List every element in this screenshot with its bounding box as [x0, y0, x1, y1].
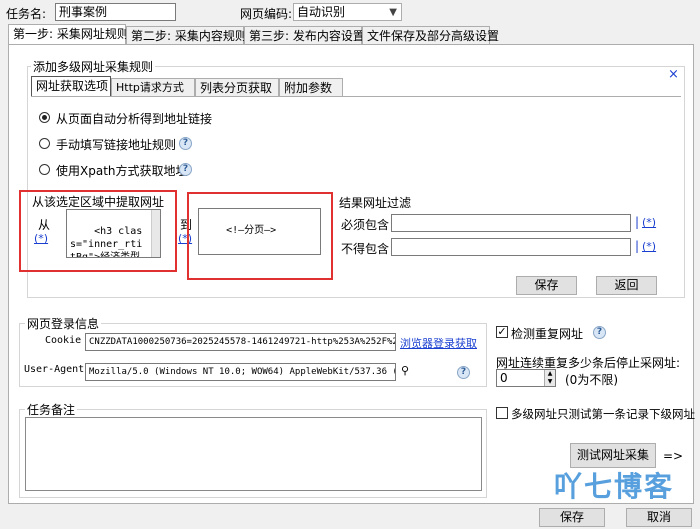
from-label: 从 [38, 218, 51, 232]
chevron-down-icon: ▼ [389, 7, 397, 18]
help-icon[interactable]: ? [179, 137, 192, 150]
save-button[interactable]: 保存 [539, 508, 605, 527]
help-icon[interactable]: ? [179, 163, 192, 176]
radio-xpath[interactable] [39, 164, 50, 175]
tab-step2[interactable]: 第二步: 采集内容规则 [126, 26, 247, 44]
login-title: 网页登录信息 [25, 315, 102, 332]
stepper-arrows-icon[interactable]: ▲ ▼ [544, 370, 555, 386]
stop-after-input[interactable]: 0 ▲ ▼ [496, 369, 556, 387]
stop-after-hint: (0为不限) [565, 373, 618, 387]
region-title: 从该选定区域中提取网址 [32, 195, 165, 209]
encoding-value: 自动识别 [297, 5, 346, 19]
encoding-label: 网页编码: [240, 7, 293, 21]
tab-extra-params[interactable]: 附加参数 [279, 78, 343, 96]
watermark-logo: 吖七博客 [554, 470, 675, 503]
inner-tab-bar: 网址获取选项 Http请求方式 列表分页获取 附加参数 [31, 76, 431, 96]
tab-file-save[interactable]: 文件保存及部分高级设置 [362, 26, 499, 44]
encoding-select[interactable]: 自动识别 ▼ [293, 3, 402, 21]
arrow-indicator: => [663, 449, 684, 463]
option-auto-analyze-label: 从页面自动分析得到地址链接 [56, 112, 213, 126]
radio-manual-rule[interactable] [39, 138, 50, 149]
filter-title: 结果网址过滤 [339, 196, 412, 210]
option-manual-rule-label: 手动填写链接地址规则 [56, 138, 177, 152]
must-not-include-input[interactable] [391, 238, 631, 256]
user-agent-input[interactable]: Mozilla/5.0 (Windows NT 10.0; WOW64) App… [85, 363, 396, 381]
rule-back-button[interactable]: 返回 [596, 276, 657, 295]
rule-save-button[interactable]: 保存 [516, 276, 577, 295]
notes-title: 任务备注 [25, 401, 78, 418]
tab-step3[interactable]: 第三步: 发布内容设置 [244, 26, 365, 44]
must-not-include-sep: | [635, 239, 640, 253]
must-include-label: 必须包含 [341, 218, 390, 232]
browser-login-link[interactable]: 浏览器登录获取 [400, 335, 477, 351]
main-tab-bar: 第一步: 采集网址规则 第二步: 采集内容规则 第三步: 发布内容设置 文件保存… [8, 24, 698, 44]
option-xpath-label: 使用Xpath方式获取地址 [56, 164, 188, 178]
from-wildcard-link[interactable]: (*) [34, 232, 48, 245]
must-not-include-wildcard-link[interactable]: (*) [642, 240, 656, 253]
only-first-label: 多级网址只测试第一条记录下级网址 [511, 407, 695, 421]
main-panel: 添加多级网址采集规则 × 网址获取选项 Http请求方式 列表分页获取 附加参数… [8, 44, 695, 504]
from-value: <h3 class="inner_rtitBg">经济类型犯 [70, 226, 143, 258]
tab-http-request[interactable]: Http请求方式 [111, 78, 195, 96]
from-scrollbar[interactable] [151, 210, 160, 257]
must-not-include-label: 不得包含 [341, 242, 390, 256]
task-name-input[interactable]: 刑事案例 [55, 3, 176, 21]
check-duplicate-checkbox[interactable]: ✓ [496, 326, 508, 338]
must-include-input[interactable] [391, 214, 631, 232]
to-value: <!—分页—> [226, 225, 277, 236]
lock-icon[interactable]: ⚲ [401, 364, 409, 377]
cancel-button[interactable]: 取消 [626, 508, 692, 527]
multi-level-title: 添加多级网址采集规则 [31, 58, 156, 75]
tab-list-paging[interactable]: 列表分页获取 [195, 78, 279, 96]
to-textarea[interactable]: <!—分页—> [198, 208, 321, 255]
must-include-sep: | [635, 215, 640, 229]
stop-after-value: 0 [500, 371, 508, 385]
cookie-label: Cookie [45, 335, 82, 346]
tab-step1[interactable]: 第一步: 采集网址规则 [8, 24, 129, 44]
notes-textarea[interactable] [25, 417, 482, 491]
help-icon[interactable]: ? [457, 366, 470, 379]
radio-auto-analyze[interactable] [39, 112, 50, 123]
inner-tab-divider [31, 96, 681, 97]
from-textarea[interactable]: <h3 class="inner_rtitBg">经济类型犯 [66, 209, 161, 258]
user-agent-label: User-Agent [24, 364, 85, 375]
cookie-input[interactable]: CNZZDATA1000250736=2025245578-1461249721… [85, 333, 396, 351]
help-icon[interactable]: ? [593, 326, 606, 339]
check-duplicate-label: 检测重复网址 [511, 327, 584, 341]
must-include-wildcard-link[interactable]: (*) [642, 216, 656, 229]
close-icon[interactable]: × [668, 67, 679, 82]
tab-url-options[interactable]: 网址获取选项 [31, 76, 111, 96]
only-first-checkbox[interactable] [496, 407, 508, 419]
task-name-label: 任务名: [6, 7, 47, 21]
